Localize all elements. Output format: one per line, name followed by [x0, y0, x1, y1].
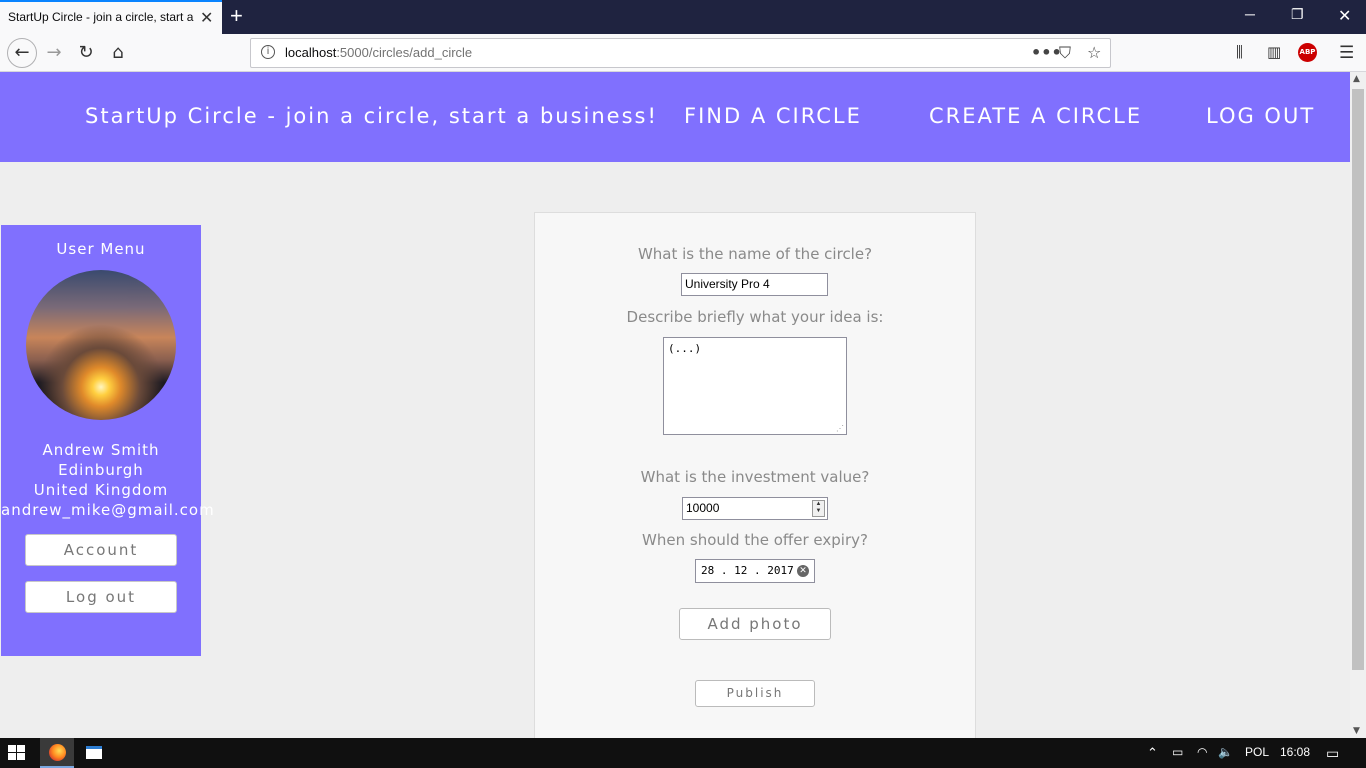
sidebar-logout-button[interactable]: Log out — [25, 581, 177, 613]
scroll-down-icon[interactable]: ▼ — [1353, 726, 1360, 736]
clock[interactable]: 16:08 — [1280, 745, 1310, 759]
idea-text: (...) — [668, 342, 702, 355]
url-bar[interactable]: i localhost:5000/circles/add_circle ••• … — [250, 38, 1111, 68]
scroll-up-icon[interactable]: ▲ — [1353, 74, 1360, 84]
chevron-up-icon[interactable]: ⌃ — [1147, 745, 1158, 761]
restore-icon[interactable]: ❐ — [1291, 6, 1304, 23]
idea-label: Describe briefly what your idea is: — [626, 308, 884, 326]
expiry-label: When should the offer expiry? — [642, 531, 868, 549]
expiry-value: 28 . 12 . 2017 — [701, 564, 794, 577]
clear-date-icon[interactable]: ✕ — [797, 565, 809, 577]
page-scrollbar[interactable]: ▲ ▼ — [1350, 72, 1366, 738]
bookmark-star-icon[interactable]: ☆ — [1087, 43, 1101, 62]
file-explorer-icon — [86, 746, 102, 759]
url-text[interactable]: localhost:5000/circles/add_circle — [285, 45, 472, 60]
back-arrow-icon[interactable]: ← — [7, 38, 37, 68]
nav-create-circle[interactable]: CREATE A CIRCLE — [929, 104, 1142, 128]
browser-tab[interactable]: StartUp Circle - join a circle, start a … — [0, 0, 222, 34]
library-icon[interactable]: ⫼ — [1236, 43, 1243, 61]
avatar — [26, 270, 176, 420]
circle-name-label: What is the name of the circle? — [637, 245, 873, 263]
spinner-icon[interactable]: ▲ ▼ — [812, 500, 825, 517]
nav-find-circle[interactable]: FIND A CIRCLE — [684, 104, 862, 128]
forward-arrow-icon[interactable]: → — [40, 40, 68, 68]
volume-icon[interactable]: 🔈 — [1218, 745, 1233, 759]
investment-value: 10000 — [686, 501, 720, 515]
site-header: StartUp Circle - join a circle, start a … — [0, 72, 1350, 162]
nav-log-out[interactable]: LOG OUT — [1206, 104, 1315, 128]
idea-textarea[interactable]: (...) ⋰ — [663, 337, 847, 435]
wifi-icon[interactable]: ◠ — [1197, 745, 1207, 759]
info-icon[interactable]: i — [261, 45, 275, 59]
menu-icon[interactable]: ☰ — [1339, 43, 1354, 63]
user-email: andrew_mike@gmail.com — [1, 501, 215, 519]
investment-input[interactable]: 10000 ▲ ▼ — [682, 497, 828, 520]
user-menu-title: User Menu — [56, 240, 146, 258]
sidebar-icon[interactable]: ▥ — [1267, 43, 1281, 61]
taskbar: ⌃ ▭ ◠ 🔈 POL 16:08 ▭ — [0, 738, 1366, 768]
account-button[interactable]: Account — [25, 534, 177, 566]
windows-start-icon[interactable] — [8, 745, 26, 761]
reload-icon[interactable]: ↻ — [72, 40, 100, 68]
add-circle-form: What is the name of the circle? Universi… — [534, 212, 976, 738]
investment-label: What is the investment value? — [640, 468, 870, 486]
url-host: localhost — [285, 45, 337, 60]
resize-grip-icon[interactable]: ⋰ — [836, 424, 844, 433]
more-actions-icon[interactable]: ••• — [1031, 43, 1062, 62]
user-country: United Kingdom — [33, 481, 169, 499]
language-indicator[interactable]: POL — [1245, 745, 1269, 759]
adblock-icon[interactable]: ABP — [1298, 43, 1317, 62]
publish-button[interactable]: Publish — [695, 680, 815, 707]
pocket-icon[interactable]: ⛉ — [1059, 43, 1071, 63]
expiry-date-input[interactable]: 28 . 12 . 2017 ✕ — [695, 559, 815, 583]
firefox-icon — [49, 744, 66, 761]
battery-icon[interactable]: ▭ — [1172, 745, 1183, 759]
url-path: :5000/circles/add_circle — [336, 45, 473, 60]
home-icon[interactable]: ⌂ — [104, 40, 132, 68]
user-menu-sidebar: User Menu Andrew Smith Edinburgh United … — [1, 225, 215, 656]
tab-title: StartUp Circle - join a circle, start a … — [8, 10, 194, 24]
close-window-icon[interactable]: ✕ — [1338, 6, 1351, 26]
taskbar-firefox[interactable] — [40, 738, 74, 768]
user-name: Andrew Smith — [42, 441, 160, 459]
browser-tab-bar: StartUp Circle - join a circle, start a … — [0, 0, 1366, 34]
scroll-thumb[interactable] — [1352, 89, 1364, 670]
notification-icon[interactable]: ▭ — [1326, 745, 1339, 762]
site-brand[interactable]: StartUp Circle - join a circle, start a … — [85, 104, 658, 128]
circle-name-input[interactable]: University Pro 4 — [681, 273, 828, 296]
web-page: StartUp Circle - join a circle, start a … — [0, 72, 1350, 738]
minimize-icon[interactable]: ─ — [1245, 6, 1255, 22]
close-tab-icon[interactable]: ✕ — [200, 8, 213, 27]
browser-toolbar: ← → ↻ ⌂ i localhost:5000/circles/add_cir… — [0, 34, 1366, 72]
add-photo-button[interactable]: Add photo — [679, 608, 831, 640]
new-tab-icon[interactable]: + — [230, 3, 243, 29]
user-city: Edinburgh — [58, 461, 144, 479]
taskbar-explorer[interactable] — [78, 738, 108, 768]
